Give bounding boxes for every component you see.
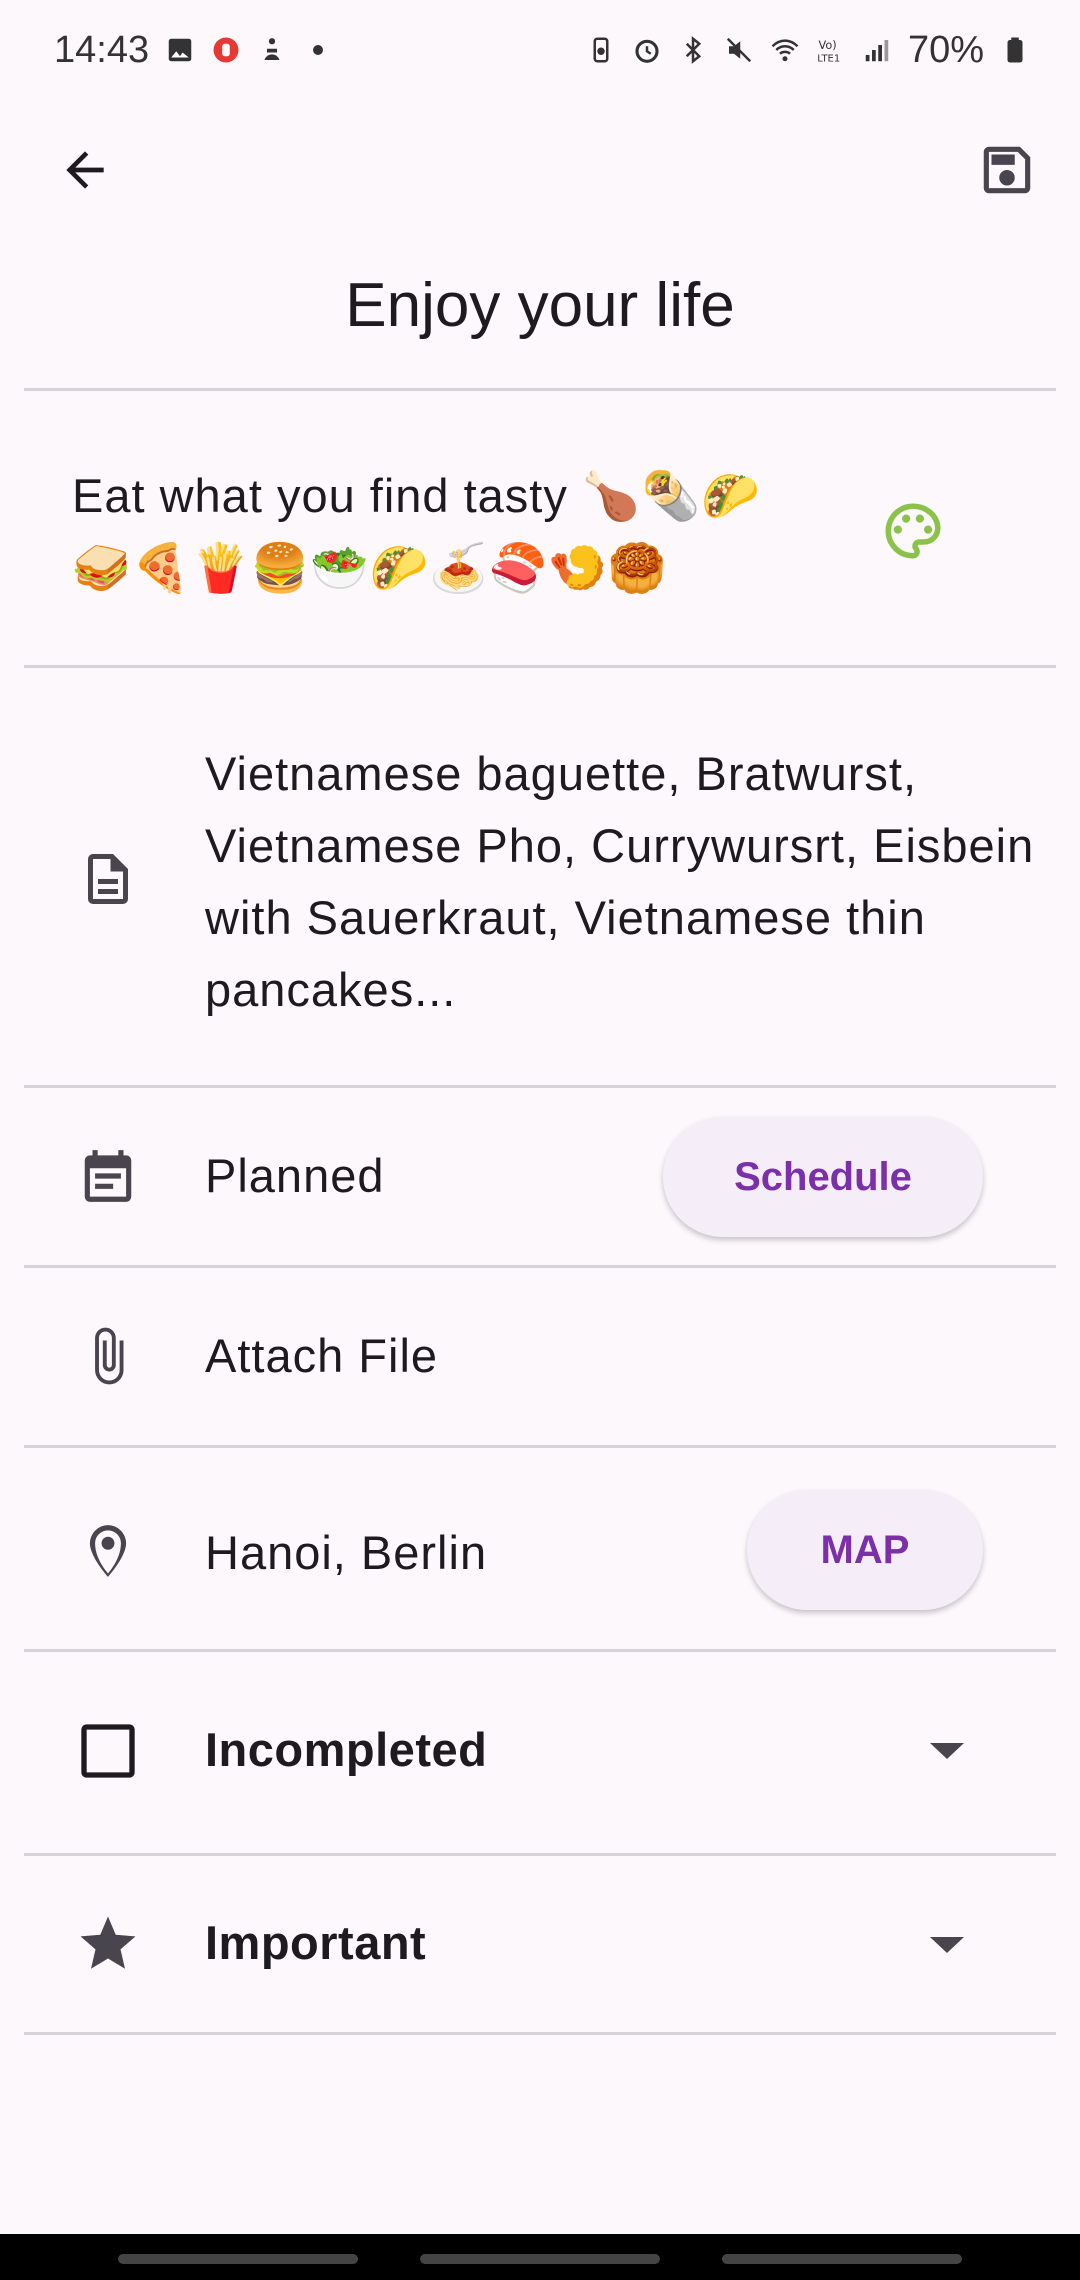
checkbox-wrap[interactable] xyxy=(72,1715,144,1787)
svg-text:LTE1: LTE1 xyxy=(817,53,840,64)
wifi-icon xyxy=(771,39,799,62)
planned-label[interactable]: Planned xyxy=(205,1148,385,1203)
color-picker-button[interactable] xyxy=(880,498,946,569)
chevron-down-icon[interactable] xyxy=(930,1937,964,1953)
location-pin-icon xyxy=(89,1525,127,1577)
attach-file-button[interactable]: Attach File xyxy=(205,1328,438,1383)
divider xyxy=(24,1445,1056,1448)
svg-text:Vo): Vo) xyxy=(818,39,836,52)
mute-icon xyxy=(726,37,752,63)
priority-dropdown-label[interactable]: Important xyxy=(205,1915,426,1970)
map-button[interactable]: MAP xyxy=(747,1490,983,1610)
attach-icon-wrap xyxy=(72,1320,144,1392)
task-notes[interactable]: Vietnamese baguette, Bratwurst, Vietname… xyxy=(205,738,1035,1026)
document-icon xyxy=(88,854,128,904)
accessibility-icon xyxy=(264,38,280,60)
app-bar xyxy=(0,110,1080,230)
chevron-down-icon[interactable] xyxy=(930,1743,964,1759)
save-icon xyxy=(983,146,1031,194)
star-icon-wrap xyxy=(72,1908,144,1980)
task-title[interactable]: Enjoy your life xyxy=(0,270,1080,341)
status-dropdown-label[interactable]: Incompleted xyxy=(205,1722,487,1777)
calendar-icon xyxy=(84,1150,132,1202)
divider xyxy=(24,2032,1056,2035)
checkbox-icon xyxy=(81,1724,135,1778)
arrow-back-icon xyxy=(66,151,104,189)
divider xyxy=(24,1265,1056,1268)
paperclip-icon xyxy=(95,1327,124,1385)
gallery-icon xyxy=(168,38,192,62)
volte-icon: Vo)LTE1 xyxy=(817,39,840,65)
divider xyxy=(24,388,1056,391)
task-description[interactable]: Eat what you find tasty 🍗🌯🌮🥪🍕🍟🍔🥗🌮🍝🍣🍤🥮 xyxy=(72,460,802,604)
battery-percent: 70% xyxy=(907,28,984,71)
save-button[interactable] xyxy=(972,135,1042,205)
palette-icon xyxy=(885,503,941,559)
back-button[interactable] xyxy=(50,135,120,205)
location-icon-wrap xyxy=(72,1515,144,1587)
calendar-icon-wrap xyxy=(72,1140,144,1212)
divider xyxy=(24,665,1056,668)
bluetooth-icon xyxy=(685,36,702,64)
divider xyxy=(24,1853,1056,1856)
alarm-icon xyxy=(635,39,659,63)
nav-gesture-handle[interactable] xyxy=(722,2254,962,2264)
schedule-button[interactable]: Schedule xyxy=(663,1117,983,1237)
battery-saver-icon xyxy=(593,37,609,63)
divider xyxy=(24,1085,1056,1088)
system-nav-bar xyxy=(0,2234,1080,2280)
star-icon xyxy=(80,1916,136,1969)
nav-gesture-handle[interactable] xyxy=(420,2254,660,2264)
location-label[interactable]: Hanoi, Berlin xyxy=(205,1525,487,1580)
dot-icon xyxy=(313,45,324,55)
status-time: 14:43 xyxy=(54,28,150,71)
nav-gesture-handle[interactable] xyxy=(118,2254,358,2264)
notes-icon-wrap xyxy=(72,843,144,915)
battery-icon xyxy=(1007,37,1023,63)
status-bar: 14:43 Vo) LTE1 70% xyxy=(0,0,1080,100)
signal-icon xyxy=(865,40,889,62)
record-icon xyxy=(213,37,239,63)
divider xyxy=(24,1649,1056,1652)
